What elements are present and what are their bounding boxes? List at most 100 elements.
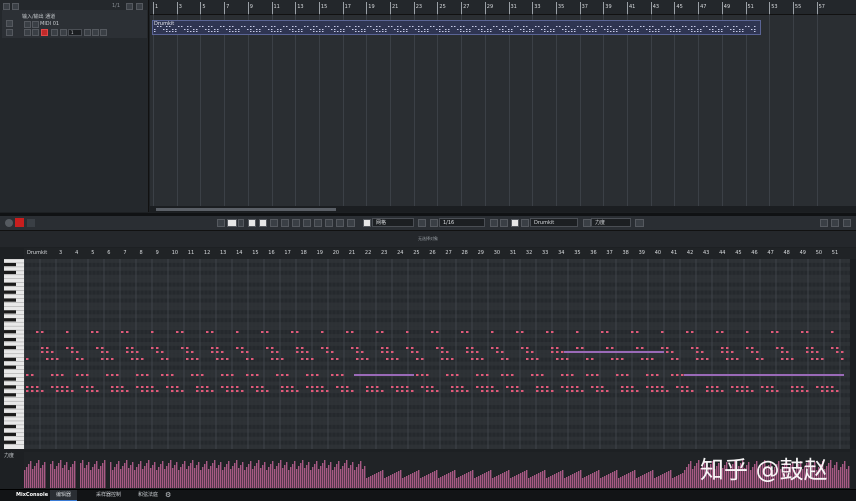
arrangement-ruler-tick [555, 2, 557, 14]
velocity-bar [540, 472, 542, 488]
velocity-bar [174, 465, 176, 488]
velocity-bar [70, 467, 72, 488]
open-window-icon[interactable] [820, 219, 828, 227]
lower-zone-settings-icon[interactable]: ⚙ [165, 491, 171, 499]
zoom-icon[interactable] [336, 219, 344, 227]
part-note [607, 31, 609, 32]
erase-icon[interactable] [281, 219, 289, 227]
record-icon[interactable] [15, 218, 24, 227]
arrangement-grid-line [318, 14, 320, 206]
arrangement-grid-line [461, 14, 463, 206]
arrangement-scroll-thumb[interactable] [156, 208, 336, 211]
record-enable-icon[interactable] [41, 29, 48, 36]
part-note [298, 31, 300, 32]
track-color-icon[interactable] [6, 29, 13, 36]
instrument-list-icon[interactable] [521, 219, 529, 227]
trim-icon[interactable] [314, 219, 322, 227]
line-tool-icon[interactable] [347, 219, 355, 227]
drumstick-icon[interactable] [303, 219, 311, 227]
velocity-bar [244, 470, 246, 488]
midi-note [76, 374, 79, 376]
object-select-icon[interactable] [259, 219, 267, 227]
midi-note [181, 390, 184, 392]
arrangement-ruler-tick [318, 2, 320, 14]
part-note [274, 31, 276, 32]
monitor-icon[interactable] [24, 29, 31, 36]
drum-map-icon[interactable] [511, 219, 519, 227]
arrangement-ruler-bar: 41 [629, 4, 636, 10]
editor-close-icon[interactable] [5, 219, 13, 227]
note-grid[interactable] [24, 259, 850, 449]
keyboard-icon[interactable] [635, 219, 644, 227]
link-icon[interactable] [217, 219, 225, 227]
midi-note [751, 347, 754, 349]
quantize-panel-icon[interactable] [490, 219, 498, 227]
midi-note [621, 386, 624, 388]
auto-scroll-icon[interactable] [227, 219, 237, 227]
read-automation-icon[interactable] [51, 29, 58, 36]
part-note [154, 31, 156, 32]
tab-mixconsole[interactable]: MixConsole [10, 490, 54, 500]
tab-chord-pads[interactable]: 和弦法庭 [132, 490, 164, 500]
part-note [679, 31, 681, 32]
midi-note [51, 358, 54, 360]
info-line-icon[interactable] [27, 219, 35, 227]
piano-black-key [4, 282, 16, 286]
part-note [349, 26, 351, 27]
settings-icon[interactable] [843, 219, 851, 227]
solo-icon[interactable] [32, 21, 39, 28]
channel-field[interactable]: 1 [68, 29, 82, 36]
part-note [535, 26, 537, 27]
arrangement-ruler-bar: 17 [344, 4, 351, 10]
quantize-value-dropdown[interactable]: 1/16 [439, 218, 485, 227]
add-track-icon[interactable] [3, 3, 10, 10]
lock-icon[interactable] [32, 29, 39, 36]
remove-track-icon[interactable] [12, 3, 19, 10]
arrangement-ruler-tick [484, 2, 486, 14]
tab-sampler-control[interactable]: 采样器控制 [90, 490, 127, 500]
expand-icon[interactable] [6, 20, 13, 27]
folder-icon[interactable] [100, 29, 107, 36]
velocity-lane-dropdown[interactable]: 力度 [591, 218, 631, 227]
velocity-bar [164, 469, 166, 488]
part-note [565, 29, 567, 30]
midi-note-run [564, 351, 664, 353]
edit-icon[interactable] [84, 29, 91, 36]
drum-map-dropdown[interactable]: Drumkit [530, 218, 578, 227]
window-layout-icon[interactable] [126, 3, 133, 10]
velocity-bar [512, 477, 514, 488]
midi-note [306, 358, 309, 360]
draw-icon[interactable] [292, 219, 300, 227]
midi-note [246, 351, 249, 353]
velocity-bar [616, 470, 618, 488]
mute-tool-icon[interactable] [325, 219, 333, 227]
snap-type-icon[interactable] [418, 219, 426, 227]
midi-note [696, 358, 699, 360]
part-note [379, 31, 381, 32]
arrangement-grid-line [579, 14, 581, 206]
instrument-icon[interactable] [92, 29, 99, 36]
part-note [493, 26, 495, 27]
midi-note [206, 386, 209, 388]
snap-icon[interactable] [363, 219, 371, 227]
mute-icon[interactable] [24, 21, 31, 28]
arrangement-ruler-bar: 33 [534, 4, 541, 10]
midi-note [546, 331, 549, 333]
quantize-mode-dropdown[interactable]: 网格 [372, 218, 414, 227]
arrangement-ruler-tick [295, 2, 297, 14]
part-note [586, 29, 588, 30]
solo-editor-icon[interactable] [248, 219, 256, 227]
length-icon[interactable] [500, 219, 508, 227]
range-icon[interactable] [270, 219, 278, 227]
midi-note [726, 347, 729, 349]
write-automation-icon[interactable] [60, 29, 67, 36]
tab-editor[interactable]: 编辑器 [50, 490, 78, 501]
dropdown-icon[interactable] [238, 219, 244, 227]
velocity-lane-icon[interactable] [583, 219, 591, 227]
part-note [208, 29, 210, 30]
search-icon[interactable] [136, 3, 143, 10]
midi-note [771, 390, 774, 392]
maximize-icon[interactable] [831, 219, 839, 227]
quantize-icon[interactable] [430, 219, 438, 227]
editor-vertical-scrollbar[interactable] [850, 259, 856, 449]
